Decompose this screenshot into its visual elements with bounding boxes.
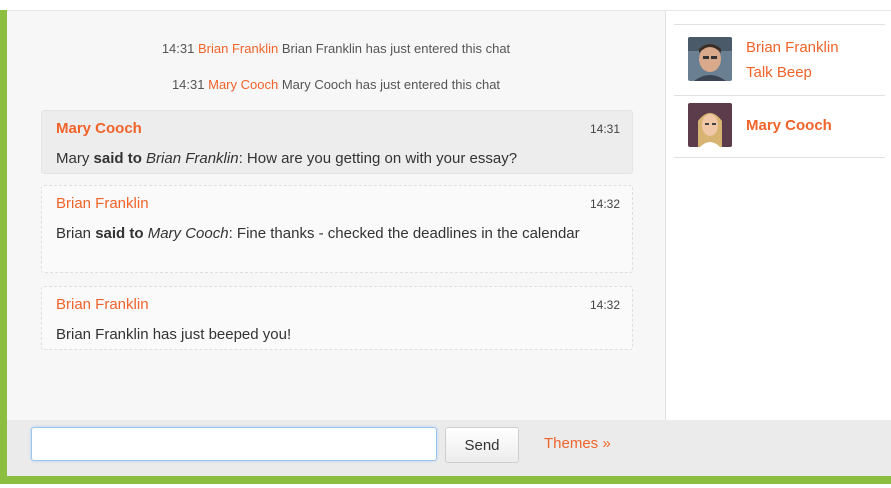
message-input-bar: Send Themes » bbox=[7, 420, 891, 476]
send-button[interactable]: Send bbox=[445, 427, 519, 463]
user-item[interactable]: Mary Cooch bbox=[674, 95, 885, 158]
avatar bbox=[688, 103, 732, 147]
system-message-user: Mary Cooch bbox=[208, 77, 279, 92]
system-message-time: 14:31 bbox=[161, 41, 195, 56]
message-body: Mary said to Brian Franklin: How are you… bbox=[56, 146, 626, 171]
message-recipient: Brian Franklin bbox=[146, 150, 239, 167]
message-recipient: Mary Cooch bbox=[147, 225, 229, 242]
message-panel[interactable]: 14:31 Brian Franklin Brian Franklin has … bbox=[7, 11, 665, 420]
system-message: 14:31 Mary Cooch Mary Cooch has just ent… bbox=[7, 77, 665, 92]
chat-message: Brian Franklin 14:32 Brian said to Mary … bbox=[41, 185, 633, 273]
user-name[interactable]: Mary Cooch bbox=[746, 113, 832, 138]
bottom-border bbox=[0, 476, 891, 484]
system-message: 14:31 Brian Franklin Brian Franklin has … bbox=[7, 41, 665, 56]
user-item[interactable]: Brian Franklin Talk Beep bbox=[674, 24, 885, 96]
message-sender: Brian bbox=[56, 225, 92, 242]
left-border bbox=[0, 10, 7, 480]
talk-beep-link[interactable]: Talk Beep bbox=[746, 60, 812, 85]
avatar bbox=[688, 37, 732, 81]
chat-message: Brian Franklin 14:32 Brian Franklin has … bbox=[41, 286, 633, 350]
message-body: Brian Franklin has just beeped you! bbox=[56, 322, 626, 347]
message-said-to: said to bbox=[95, 225, 144, 242]
message-time: 14:31 bbox=[589, 122, 620, 136]
system-message-time: 14:31 bbox=[171, 77, 205, 92]
themes-link[interactable]: Themes » bbox=[544, 435, 611, 452]
message-author: Brian Franklin bbox=[56, 195, 149, 212]
message-time: 14:32 bbox=[589, 298, 620, 312]
message-sender: Mary bbox=[56, 150, 90, 167]
message-body: Brian said to Mary Cooch: Fine thanks - … bbox=[56, 221, 626, 246]
message-author: Mary Cooch bbox=[56, 120, 142, 137]
message-author: Brian Franklin bbox=[56, 296, 149, 313]
chat-message: Mary Cooch 14:31 Mary said to Brian Fran… bbox=[41, 110, 633, 174]
message-said-to: said to bbox=[93, 150, 142, 167]
system-message-user: Brian Franklin bbox=[198, 41, 279, 56]
chat-window: 14:31 Brian Franklin Brian Franklin has … bbox=[0, 0, 891, 488]
message-text: Brian Franklin has just beeped you! bbox=[56, 326, 292, 343]
message-input[interactable] bbox=[31, 427, 437, 461]
system-message-text: Mary Cooch has just entered this chat bbox=[281, 77, 501, 92]
system-message-text: Brian Franklin has just entered this cha… bbox=[281, 41, 511, 56]
user-list: Brian Franklin Talk Beep Mary Cooch bbox=[666, 11, 891, 420]
message-text: : Fine thanks - checked the deadlines in… bbox=[228, 225, 580, 242]
message-time: 14:32 bbox=[589, 197, 620, 211]
message-text: : How are you getting on with your essay… bbox=[238, 150, 518, 167]
user-name[interactable]: Brian Franklin bbox=[746, 35, 839, 60]
